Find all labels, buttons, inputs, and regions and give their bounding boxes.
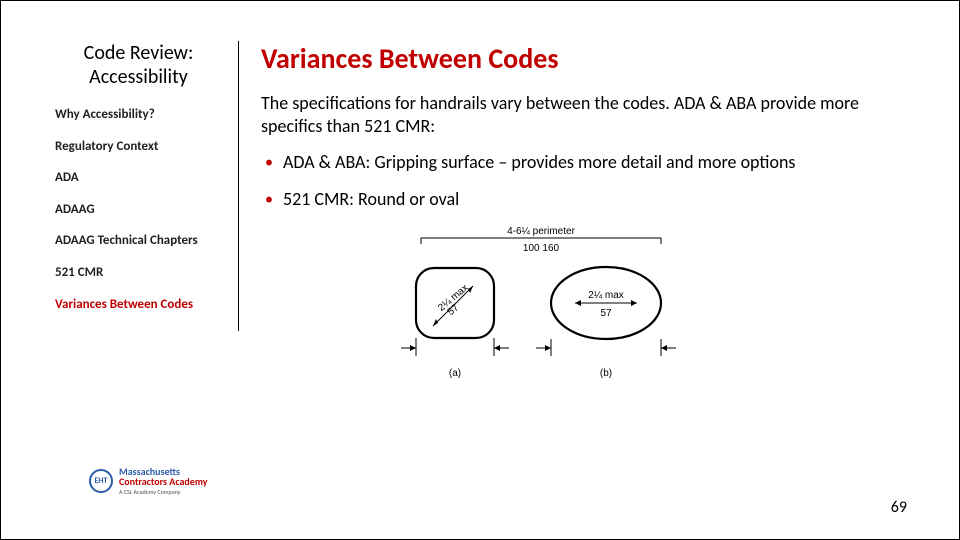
sidebar-title: Code Review: Accessibility (51, 41, 226, 89)
bullet-list: ADA & ABA: Gripping surface – provides m… (261, 151, 909, 212)
footer-logo: EHT Massachusetts Contractors Academy A … (89, 467, 208, 495)
sidebar: Code Review: Accessibility Why Accessibi… (51, 41, 226, 519)
sidebar-title-line2: Accessibility (89, 65, 188, 89)
nav-item-adaag: ADAAG (55, 202, 226, 218)
logo-badge-icon: EHT (89, 469, 113, 493)
shape-b-dim-bottom: 57 (600, 308, 612, 319)
sidebar-divider (238, 41, 239, 331)
content-main: Variances Between Codes The specificatio… (261, 41, 909, 519)
shape-b-label: (b) (600, 368, 612, 379)
nav-item-521cmr: 521 CMR (55, 265, 226, 281)
page-number: 69 (891, 498, 907, 517)
nav-item-ada: ADA (55, 170, 226, 186)
sidebar-title-line1: Code Review: (84, 41, 194, 65)
nav-item-why: Why Accessibility? (55, 107, 226, 123)
logo-text: Massachusetts Contractors Academy A CSL … (119, 467, 208, 495)
bullet-item: 521 CMR: Round or oval (265, 188, 909, 211)
perimeter-label: 4-6¼ perimeter (507, 226, 575, 237)
shape-a-label: (a) (449, 368, 461, 379)
intro-paragraph: The specifications for handrails vary be… (261, 92, 909, 137)
handrail-figure: 4-6¼ perimeter 100 160 2¼ max 57 (a) (361, 226, 909, 391)
logo-line2: Contractors Academy (119, 477, 208, 487)
nav-item-regulatory: Regulatory Context (55, 139, 226, 155)
nav-item-variances: Variances Between Codes (55, 297, 226, 313)
slide: Code Review: Accessibility Why Accessibi… (0, 0, 960, 540)
perimeter-sub: 100 160 (523, 243, 560, 254)
nav-item-adaag-tech: ADAAG Technical Chapters (55, 233, 226, 249)
logo-tagline: A CSL Academy Company (119, 489, 208, 495)
bullet-item: ADA & ABA: Gripping surface – provides m… (265, 151, 909, 174)
handrail-diagram: 4-6¼ perimeter 100 160 2¼ max 57 (a) (361, 226, 701, 386)
shape-b-dim-top: 2¼ max (588, 289, 624, 301)
nav-list: Why Accessibility? Regulatory Context AD… (51, 107, 226, 328)
page-title: Variances Between Codes (261, 41, 909, 76)
